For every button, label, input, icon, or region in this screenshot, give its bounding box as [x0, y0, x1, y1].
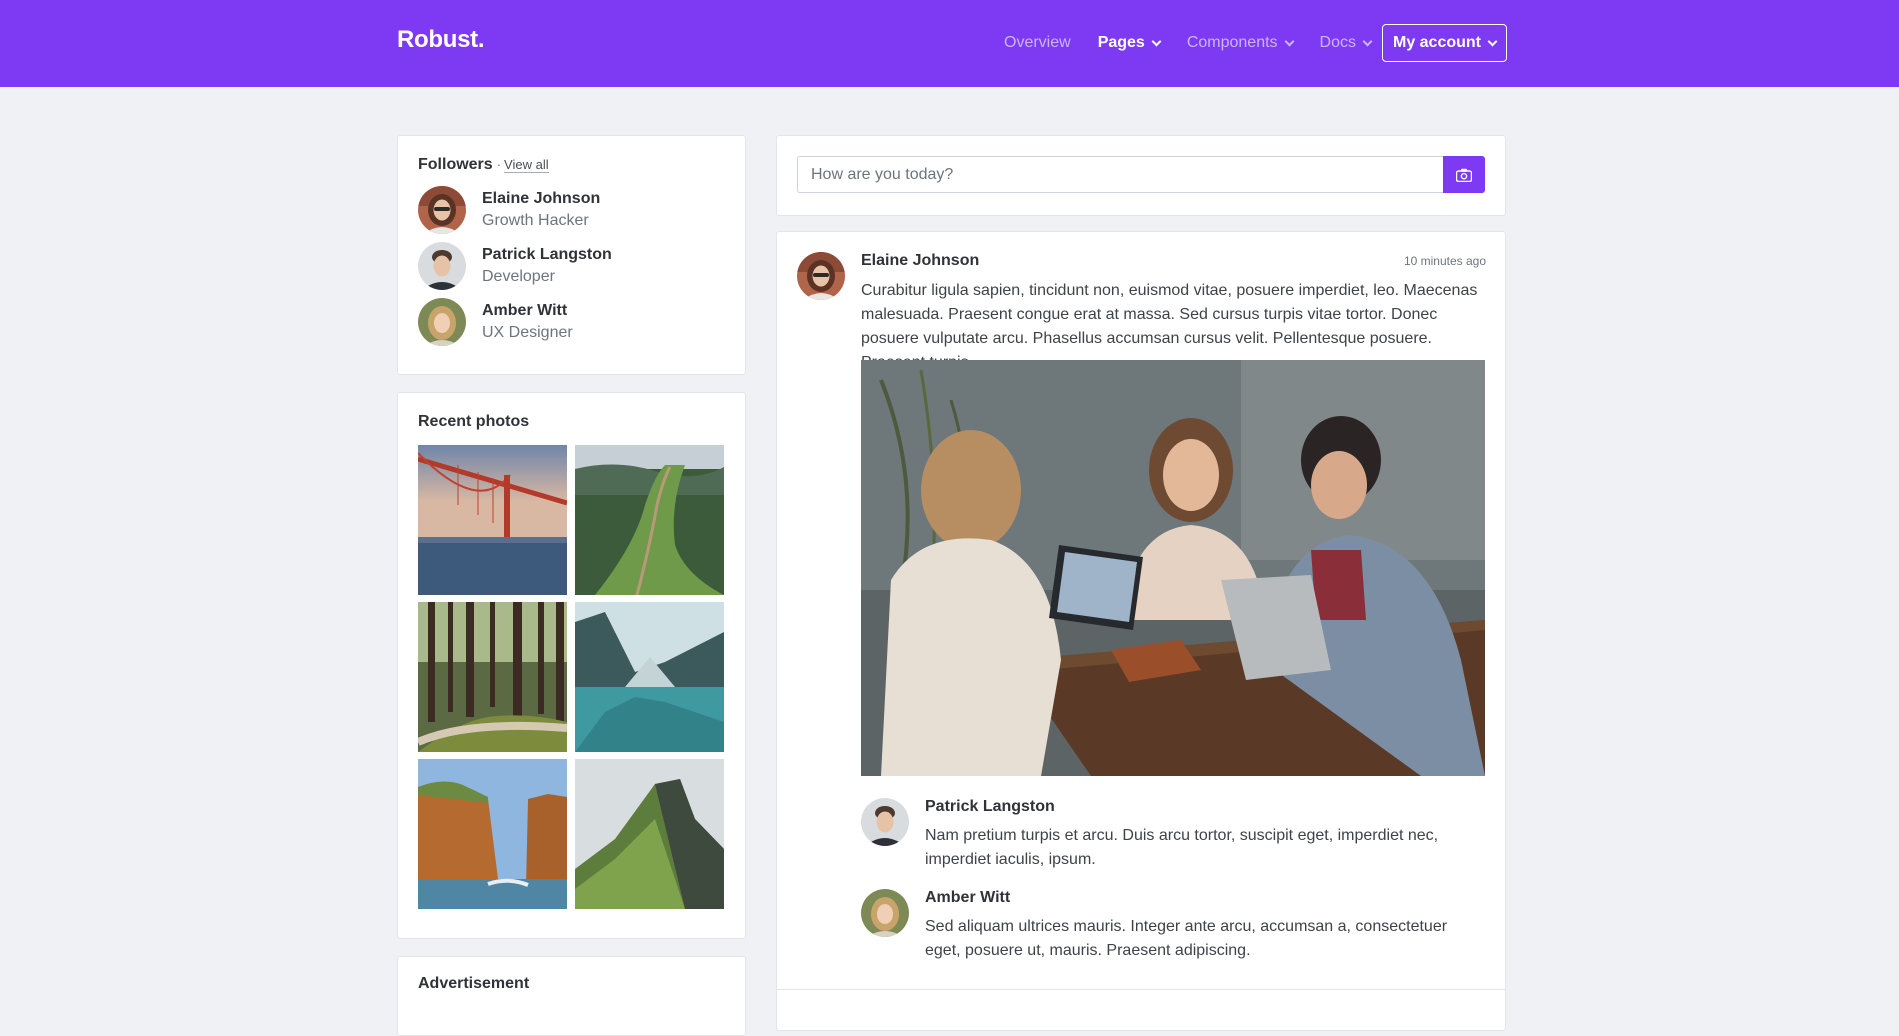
post-composer [776, 135, 1506, 216]
chevron-down-icon [1151, 36, 1162, 46]
comment-text: Sed aliquam ultrices mauris. Integer ant… [925, 918, 1448, 959]
follower-item[interactable]: Elaine Johnson Growth Hacker [418, 186, 600, 234]
follower-item[interactable]: Amber Witt UX Designer [418, 298, 573, 346]
nav-components-label: Components [1186, 34, 1278, 51]
follower-role: Developer [482, 268, 555, 285]
camera-icon [1456, 168, 1472, 182]
followers-title: Followers [418, 156, 493, 173]
comment-item: Amber Witt Sed aliquam ultrices mauris. … [861, 889, 1485, 959]
recent-photos-title: Recent photos [418, 413, 530, 430]
my-account-label: My account [1392, 34, 1481, 51]
status-input[interactable] [797, 156, 1443, 193]
photo-thumbnail-forest-path[interactable] [418, 602, 567, 752]
follower-role: Growth Hacker [482, 212, 589, 229]
photo-thumbnail-bridge[interactable] [418, 445, 567, 595]
post-timestamp: 10 minutes ago [1403, 254, 1486, 268]
nav-overview-label: Overview [1004, 34, 1071, 51]
follower-name: Amber Witt [482, 302, 568, 319]
advertisement-card: Advertisement [397, 956, 746, 1036]
comment-item: Patrick Langston Nam pretium turpis et a… [861, 798, 1485, 868]
post-author[interactable]: Elaine Johnson [861, 252, 979, 270]
feed-post: Elaine Johnson 10 minutes ago Curabitur … [776, 231, 1506, 1031]
recent-photos-card: Recent photos [397, 392, 746, 939]
post-image[interactable] [861, 360, 1485, 776]
nav-components[interactable]: Components [1186, 34, 1294, 52]
follower-name: Elaine Johnson [482, 190, 601, 207]
follower-name: Patrick Langston [482, 246, 612, 263]
my-account-button[interactable]: My account [1382, 24, 1507, 62]
chevron-down-icon [1487, 36, 1498, 46]
avatar[interactable] [861, 889, 909, 937]
photo-thumbnail-mountain-trail[interactable] [575, 445, 724, 595]
avatar [418, 186, 466, 234]
avatar[interactable] [861, 798, 909, 846]
post-divider [777, 989, 1505, 990]
comment-author[interactable]: Amber Witt [925, 889, 1010, 907]
nav-pages-label: Pages [1097, 34, 1145, 51]
nav-pages[interactable]: Pages [1097, 34, 1162, 52]
main-nav: Overview Pages Components Docs [1004, 24, 1398, 62]
photo-thumbnail-mountain-lake[interactable] [575, 602, 724, 752]
avatar [418, 242, 466, 290]
nav-docs-label: Docs [1319, 34, 1356, 51]
avatar [418, 298, 466, 346]
comment-text: Nam pretium turpis et arcu. Duis arcu to… [925, 827, 1439, 868]
separator-dot: · [496, 157, 502, 172]
avatar[interactable] [797, 252, 845, 300]
followers-card: Followers · View all Elaine Johnson Grow… [397, 135, 746, 375]
follower-item[interactable]: Patrick Langston Developer [418, 242, 612, 290]
view-all-link[interactable]: View all [504, 157, 549, 173]
photo-thumbnail-sea-cliffs[interactable] [418, 759, 567, 909]
chevron-down-icon [1362, 36, 1373, 46]
photo-thumbnail-green-cliff[interactable] [575, 759, 724, 909]
chevron-down-icon [1284, 36, 1294, 46]
brand-logo[interactable]: Robust. [397, 26, 485, 54]
top-navbar: Robust. Overview Pages Components Docs M… [0, 0, 1899, 87]
nav-overview[interactable]: Overview [1004, 34, 1071, 52]
advertisement-title: Advertisement [418, 975, 530, 992]
comment-author[interactable]: Patrick Langston [925, 798, 1055, 816]
followers-header: Followers · View all [418, 156, 549, 174]
upload-photo-button[interactable] [1443, 156, 1485, 193]
nav-docs[interactable]: Docs [1319, 34, 1373, 52]
follower-role: UX Designer [482, 324, 573, 341]
